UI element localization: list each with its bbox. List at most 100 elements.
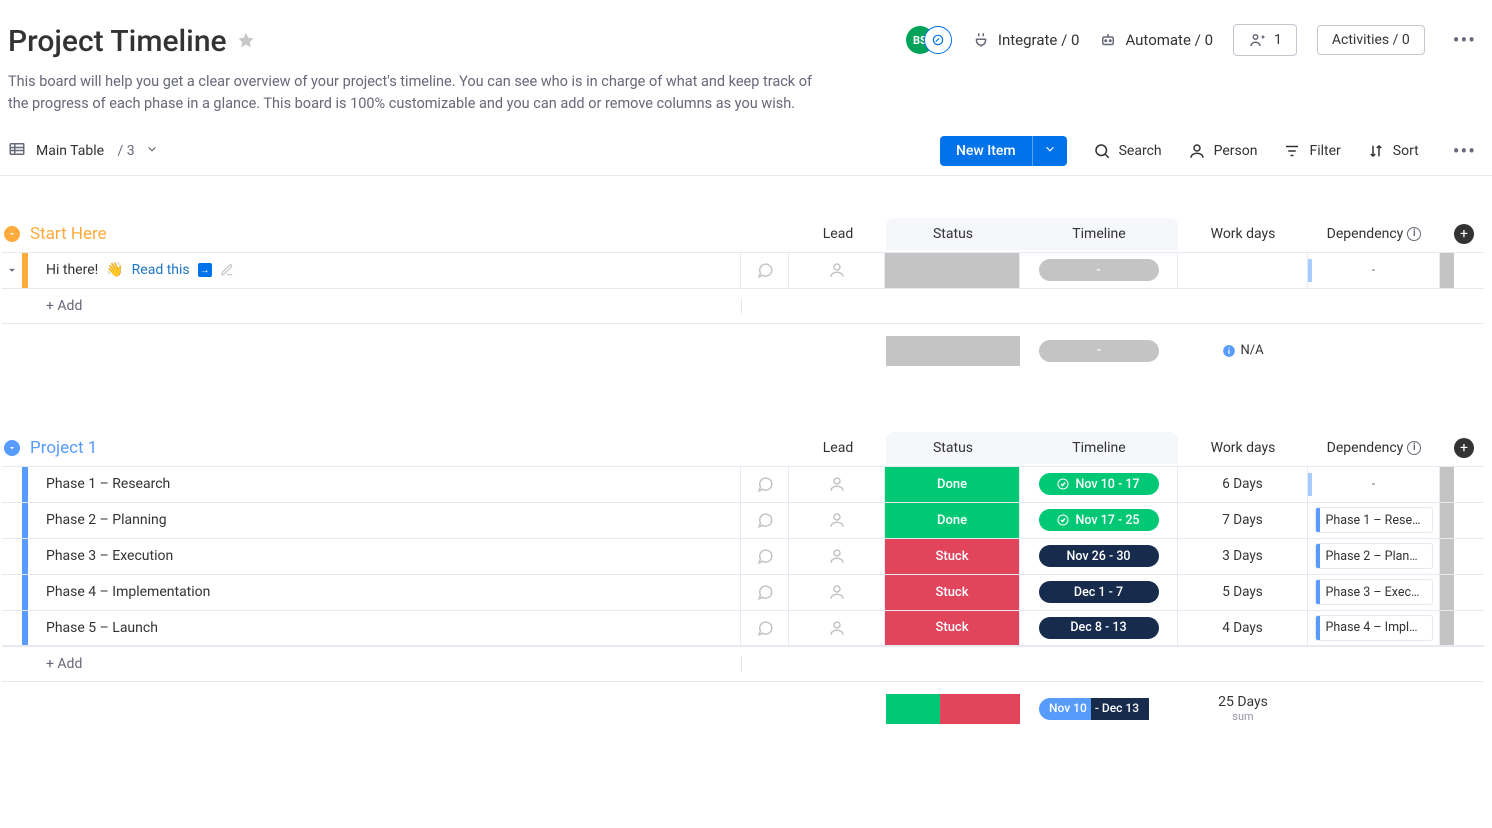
- search-button[interactable]: Search: [1093, 142, 1162, 160]
- timeline-cell[interactable]: Nov 17 - 25: [1020, 503, 1178, 538]
- status-cell[interactable]: Stuck: [885, 611, 1019, 645]
- lead-cell[interactable]: [789, 467, 885, 502]
- dependency-cell[interactable]: -: [1308, 253, 1440, 288]
- status-cell[interactable]: Stuck: [885, 575, 1019, 610]
- table-row[interactable]: Phase 2 – Planning Done Nov 17 - 25 7 Da…: [2, 502, 1484, 538]
- collapse-toggle[interactable]: [4, 440, 20, 456]
- add-item-row[interactable]: + Add: [2, 646, 1484, 682]
- item-name[interactable]: Phase 1 – Research: [28, 467, 741, 502]
- column-header-dependency[interactable]: Dependency i: [1308, 440, 1440, 456]
- column-header-status[interactable]: Status: [886, 440, 1020, 464]
- item-name[interactable]: Hi there! 👋 Read this →: [28, 253, 741, 288]
- table-row[interactable]: Hi there! 👋 Read this → - -: [2, 252, 1484, 288]
- new-item-button[interactable]: New Item: [940, 136, 1067, 166]
- wave-icon: 👋: [106, 262, 123, 278]
- column-header-lead[interactable]: Lead: [790, 226, 886, 242]
- automate-button[interactable]: Automate / 0: [1099, 31, 1213, 49]
- workdays-cell[interactable]: 4 Days: [1178, 611, 1308, 645]
- status-cell[interactable]: Stuck: [885, 539, 1019, 574]
- item-name[interactable]: Phase 3 – Execution: [28, 539, 741, 574]
- column-header-dependency[interactable]: Dependency i: [1308, 226, 1440, 242]
- timeline-cell[interactable]: Dec 1 - 7: [1020, 575, 1178, 610]
- conversation-button[interactable]: [741, 575, 789, 610]
- invite-count: 1: [1274, 32, 1282, 48]
- lead-cell[interactable]: [789, 503, 885, 538]
- timeline-cell[interactable]: Dec 8 - 13: [1020, 611, 1178, 645]
- dependency-cell[interactable]: Phase 4 – Impl…: [1308, 611, 1440, 645]
- conversation-button[interactable]: [741, 503, 789, 538]
- activities-label: Activities / 0: [1332, 32, 1410, 48]
- board-description: This board will help you get a clear ove…: [8, 71, 828, 115]
- column-header-lead[interactable]: Lead: [790, 440, 886, 456]
- lead-cell[interactable]: [789, 611, 885, 645]
- board-menu-button[interactable]: •••: [1445, 24, 1484, 56]
- timeline-cell[interactable]: Nov 10 - 17: [1020, 467, 1178, 502]
- table-row[interactable]: Phase 1 – Research Done Nov 10 - 17 6 Da…: [2, 466, 1484, 502]
- view-switcher[interactable]: Main Table / 3: [8, 140, 159, 162]
- lead-cell[interactable]: [789, 539, 885, 574]
- status-summary: [886, 694, 1020, 724]
- workdays-cell[interactable]: 6 Days: [1178, 467, 1308, 502]
- dependency-cell[interactable]: Phase 1 – Rese…: [1308, 503, 1440, 538]
- column-header-timeline[interactable]: Timeline: [1020, 440, 1178, 464]
- item-name[interactable]: Phase 2 – Planning: [28, 503, 741, 538]
- column-header-status[interactable]: Status: [886, 226, 1020, 250]
- table-row[interactable]: Phase 5 – Launch Stuck Dec 8 - 13 4 Days…: [2, 610, 1484, 646]
- item-name[interactable]: Phase 5 – Launch: [28, 611, 741, 645]
- person-filter-button[interactable]: Person: [1188, 142, 1258, 160]
- collapse-toggle[interactable]: [4, 226, 20, 242]
- person-icon: [828, 261, 846, 279]
- sort-button[interactable]: Sort: [1367, 142, 1419, 160]
- column-header-timeline[interactable]: Timeline: [1020, 226, 1178, 250]
- group-start-here: Start Here Lead Status Timeline Work day…: [2, 216, 1484, 366]
- status-summary: [886, 336, 1020, 366]
- column-header-workdays[interactable]: Work days: [1178, 226, 1308, 242]
- status-cell[interactable]: Done: [885, 503, 1019, 538]
- view-name: Main Table: [36, 143, 104, 159]
- group-title[interactable]: Start Here: [30, 224, 107, 244]
- board-members[interactable]: BS: [906, 25, 952, 55]
- dependency-cell[interactable]: Phase 3 – Exec…: [1308, 575, 1440, 610]
- group-title[interactable]: Project 1: [30, 438, 97, 458]
- integrate-label: Integrate / 0: [998, 31, 1080, 49]
- table-icon: [8, 140, 26, 162]
- timeline-summary: -: [1020, 336, 1178, 366]
- new-item-dropdown[interactable]: [1032, 136, 1067, 166]
- timeline-summary: Nov 10 - Dec 13: [1020, 694, 1178, 724]
- status-cell[interactable]: [885, 253, 1019, 288]
- dependency-cell[interactable]: -: [1308, 467, 1440, 502]
- add-column-button[interactable]: +: [1454, 438, 1474, 458]
- workdays-cell[interactable]: 3 Days: [1178, 539, 1308, 574]
- timeline-cell[interactable]: -: [1020, 253, 1178, 288]
- conversation-button[interactable]: [741, 253, 789, 288]
- star-icon[interactable]: [237, 31, 255, 53]
- timeline-cell[interactable]: Nov 26 - 30: [1020, 539, 1178, 574]
- workdays-cell[interactable]: 5 Days: [1178, 575, 1308, 610]
- table-row[interactable]: Phase 4 – Implementation Stuck Dec 1 - 7…: [2, 574, 1484, 610]
- status-cell[interactable]: Done: [885, 467, 1019, 502]
- info-icon[interactable]: i: [1407, 227, 1421, 241]
- workdays-cell[interactable]: 7 Days: [1178, 503, 1308, 538]
- add-column-button[interactable]: +: [1454, 224, 1474, 244]
- item-name[interactable]: Phase 4 – Implementation: [28, 575, 741, 610]
- activities-button[interactable]: Activities / 0: [1317, 25, 1425, 55]
- invite-button[interactable]: 1: [1233, 24, 1297, 56]
- add-item-row[interactable]: + Add: [2, 288, 1484, 324]
- filter-button[interactable]: Filter: [1283, 142, 1340, 160]
- table-row[interactable]: Phase 3 – Execution Stuck Nov 26 - 30 3 …: [2, 538, 1484, 574]
- caret-down-icon[interactable]: [5, 263, 19, 277]
- conversation-button[interactable]: [741, 539, 789, 574]
- conversation-button[interactable]: [741, 611, 789, 645]
- column-header-workdays[interactable]: Work days: [1178, 440, 1308, 456]
- lead-cell[interactable]: [789, 253, 885, 288]
- integrate-button[interactable]: Integrate / 0: [972, 31, 1080, 49]
- lead-cell[interactable]: [789, 575, 885, 610]
- workdays-cell[interactable]: [1178, 253, 1308, 288]
- dependency-cell[interactable]: Phase 2 – Plan…: [1308, 539, 1440, 574]
- person-icon: [828, 511, 846, 529]
- info-icon[interactable]: i: [1407, 441, 1421, 455]
- edit-icon[interactable]: [220, 263, 234, 277]
- conversation-button[interactable]: [741, 467, 789, 502]
- workdays-summary: 25 Days sum: [1178, 694, 1308, 724]
- toolbar-menu-button[interactable]: •••: [1445, 135, 1484, 167]
